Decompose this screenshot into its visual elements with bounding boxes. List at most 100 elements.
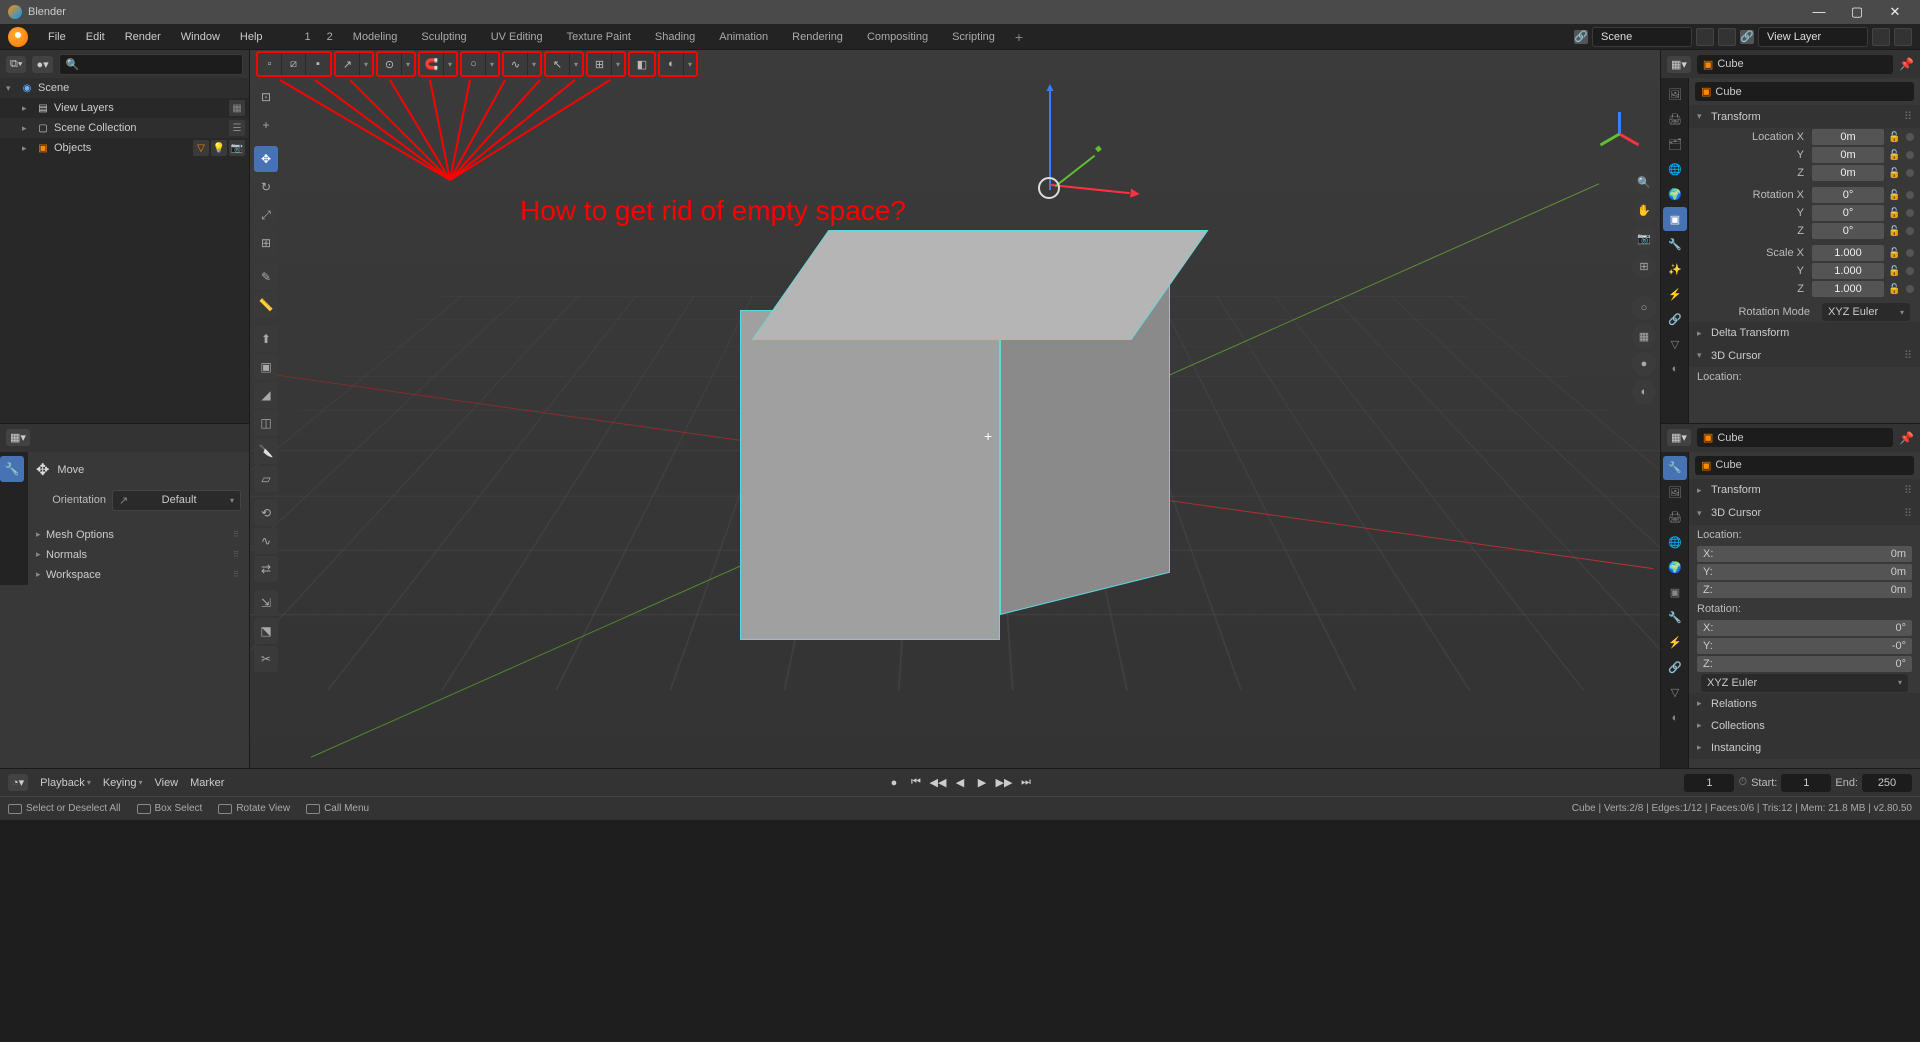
object-name-field-2[interactable]: ▣ Cube [1695,456,1914,475]
location-y-field[interactable]: 0m [1812,147,1884,163]
transform-panel-2[interactable]: ▸Transform⠿ [1689,479,1920,502]
orientation-group[interactable]: ↗▾ [334,51,374,77]
clock-icon[interactable]: ⏱ [1738,776,1747,789]
lock-icon[interactable]: 🔓 [1888,208,1902,219]
workspace-tab-modeling[interactable]: Modeling [341,25,410,49]
tool-cursor[interactable]: + [254,112,278,138]
current-frame-field[interactable]: 1 [1684,774,1734,792]
tree-row-scenecollection[interactable]: ▸ ▢ Scene Collection ☰ [0,118,249,138]
shading-dropdown[interactable]: ▾ [684,53,696,75]
prop-tab-scene[interactable]: 🌐 [1663,157,1687,181]
prop-tab-material[interactable]: ◐ [1663,357,1687,381]
workspace-tab-texturepaint[interactable]: Texture Paint [555,25,643,49]
overlay-button[interactable]: ⊞ [588,53,612,75]
zoom-button[interactable]: 🔍 [1632,170,1656,194]
viewlayer-copy-button[interactable] [1872,28,1890,46]
timeline-marker-menu[interactable]: Marker [190,777,224,789]
relations-panel[interactable]: ▸Relations [1689,693,1920,715]
maximize-button[interactable]: ▢ [1848,4,1866,20]
prop-tab-object-2[interactable]: ▣ [1663,581,1687,605]
outliner-search-input[interactable]: 🔍 [59,54,243,75]
tool-annotate[interactable]: ✎ [254,264,278,290]
scale-z-field[interactable]: 1.000 [1812,281,1884,297]
workspace-tab-shading[interactable]: Shading [643,25,707,49]
perspective-button[interactable]: ⊞ [1632,254,1656,278]
gizmo-z-axis[interactable] [1049,90,1051,190]
panel-normals[interactable]: ▸Normals⠿ [28,545,249,565]
cursor-rotation-mode[interactable]: XYZ Euler▾ [1701,674,1908,692]
tool-shear[interactable]: ⬔ [254,618,278,644]
tree-row-viewlayers[interactable]: ▸ ▤ View Layers ▦ [0,98,249,118]
gizmo-x-axis[interactable] [1050,184,1130,194]
prop-tab-modifier-2[interactable]: 🔧 [1663,606,1687,630]
prop-tab-world-2[interactable]: 🌍 [1663,556,1687,580]
scale-y-field[interactable]: 1.000 [1812,263,1884,279]
prev-keyframe-button[interactable]: ◀◀ [928,773,948,793]
workspace-tab-rendering[interactable]: Rendering [780,25,855,49]
keyframe-dot[interactable] [1906,133,1914,141]
lock-icon[interactable]: 🔓 [1888,132,1902,143]
tool-inset[interactable]: ▣ [254,354,278,380]
snap-button[interactable]: 🧲 [420,53,444,75]
tool-extrude[interactable]: ⬆ [254,326,278,352]
scene-browse-icon[interactable]: 🔗 [1574,30,1588,44]
close-button[interactable]: ✕ [1886,4,1904,20]
cursor-rot-y-field[interactable]: Y:-0° [1697,638,1912,654]
timeline-playback-menu[interactable]: Playback ▾ [40,777,91,789]
menu-file[interactable]: File [38,27,76,47]
workspace-tab-2[interactable]: 2 [319,25,341,49]
expand-icon[interactable]: ▸ [22,103,32,114]
keyframe-dot[interactable] [1906,227,1914,235]
lock-icon[interactable]: 🔓 [1888,284,1902,295]
cube-mesh[interactable] [730,230,1130,630]
tool-move[interactable]: ✥ [254,146,278,172]
render-icon[interactable]: ▦ [229,100,245,116]
nav-y-axis[interactable] [1600,133,1621,147]
panel-mesh-options[interactable]: ▸Mesh Options⠿ [28,525,249,545]
prop-tab-constraint-2[interactable]: 🔗 [1663,656,1687,680]
scene-name-field[interactable]: Scene [1592,27,1692,47]
jump-start-button[interactable]: ⏮ [906,773,926,793]
tool-bevel[interactable]: ◢ [254,382,278,408]
tree-row-scene[interactable]: ▾ ◉ Scene [0,78,249,98]
keyframe-dot[interactable] [1906,267,1914,275]
workspace-tab-uvediting[interactable]: UV Editing [479,25,555,49]
orientation-dropdown[interactable]: ↗ Default ▾ [112,490,241,511]
keyframe-dot[interactable] [1906,151,1914,159]
viewlayer-delete-button[interactable] [1894,28,1912,46]
workspace-tab-animation[interactable]: Animation [707,25,780,49]
visibility-group[interactable]: ∿▾ [502,51,542,77]
wireframe-shading-button[interactable]: ○ [1632,296,1656,320]
prop-tab-material-2[interactable]: ◐ [1663,706,1687,730]
xray-button[interactable]: ◧ [630,53,654,75]
light-icon[interactable]: 💡 [211,140,227,156]
properties-breadcrumb[interactable]: ▣ Cube [1697,55,1893,74]
material-shading-button[interactable]: ● [1632,352,1656,376]
keyframe-dot[interactable] [1906,169,1914,177]
transform-panel-header[interactable]: ▾Transform⠿ [1689,105,1920,128]
menu-render[interactable]: Render [115,27,171,47]
scene-copy-button[interactable] [1696,28,1714,46]
prop-tab-mesh[interactable]: ▽ [1663,332,1687,356]
play-button[interactable]: ▶ [972,773,992,793]
prop-tab-physics-2[interactable]: ⚡ [1663,631,1687,655]
timeline-keying-menu[interactable]: Keying ▾ [103,777,143,789]
3d-viewport[interactable]: ▫ ⧄ ▪ ↗▾ ⊙▾ 🧲▾ ○▾ ∿▾ [250,50,1660,768]
snap-dropdown[interactable]: ▾ [444,53,456,75]
end-frame-field[interactable]: 250 [1862,774,1912,792]
tool-spin[interactable]: ⟲ [254,500,278,526]
xray-group[interactable]: ◧ [628,51,656,77]
menu-help[interactable]: Help [230,27,273,47]
object-name-field[interactable]: ▣ Cube [1695,82,1914,101]
gizmo-button[interactable]: ↖ [546,53,570,75]
tool-loopcut[interactable]: ◫ [254,410,278,436]
prop-tab-physics[interactable]: ⚡ [1663,282,1687,306]
workspace-tab-1[interactable]: 1 [297,25,319,49]
keyframe-dot[interactable] [1906,191,1914,199]
proportional-dropdown[interactable]: ▾ [486,53,498,75]
timeline-editor-type[interactable]: ◔▾ [8,774,28,791]
prop-tab-mesh-2[interactable]: ▽ [1663,681,1687,705]
properties-editor-type[interactable]: ▦▾ [1667,56,1691,73]
pin-button-2[interactable]: 📌 [1899,431,1914,445]
tool-knife[interactable]: 🔪 [254,438,278,464]
